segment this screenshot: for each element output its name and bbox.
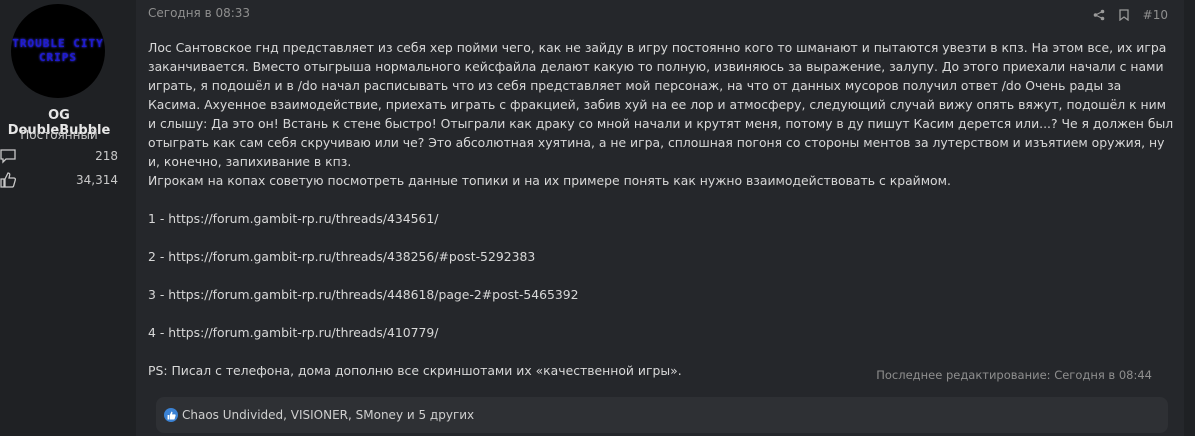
post-paragraph: Игрокам на копах советую посмотреть данн… [148, 173, 951, 188]
post: Сегодня в 08:33 #10 Лос Сантовское гнд п… [136, 0, 1184, 436]
messages-icon [0, 148, 18, 166]
messages-stat: 218 [0, 148, 118, 166]
reactions-stat: 34,314 [0, 172, 118, 190]
post-number[interactable]: #10 [1143, 8, 1168, 22]
user-title: Постоянный [20, 128, 98, 142]
post-date[interactable]: Сегодня в 08:33 [148, 6, 250, 20]
bookmark-icon[interactable] [1119, 9, 1129, 21]
share-icon[interactable] [1093, 9, 1105, 21]
post-actions: #10 [1093, 6, 1168, 24]
reactions-list[interactable]: Chaos Undivided, VISIONER, SMoney и 5 др… [182, 408, 474, 422]
thumbs-up-icon [0, 172, 18, 190]
messages-count: 218 [95, 149, 118, 163]
thread-link[interactable]: 4 - https://forum.gambit-rp.ru/threads/4… [148, 323, 1176, 342]
avatar-logo-line2: CRIPS [38, 51, 78, 64]
thread-link[interactable]: 1 - https://forum.gambit-rp.ru/threads/4… [148, 209, 1176, 228]
avatar-logo-line1: TROUBLE CITY [12, 37, 104, 50]
post-body: Лос Сантовское гнд представляет из себя … [148, 38, 1176, 380]
user-sidebar: TROUBLE CITY CRIPS OG DoubleBubble Посто… [0, 0, 124, 436]
thread-link[interactable]: 3 - https://forum.gambit-rp.ru/threads/4… [148, 285, 1176, 304]
like-icon [164, 408, 178, 422]
avatar[interactable]: TROUBLE CITY CRIPS [11, 4, 105, 98]
last-edited: Последнее редактирование: Сегодня в 08:4… [876, 368, 1152, 382]
post-paragraph: Лос Сантовское гнд представляет из себя … [148, 40, 1174, 169]
thread-link[interactable]: 2 - https://forum.gambit-rp.ru/threads/4… [148, 247, 1176, 266]
reactions-bar[interactable]: Chaos Undivided, VISIONER, SMoney и 5 др… [156, 397, 1168, 433]
reactions-count: 34,314 [76, 173, 118, 187]
